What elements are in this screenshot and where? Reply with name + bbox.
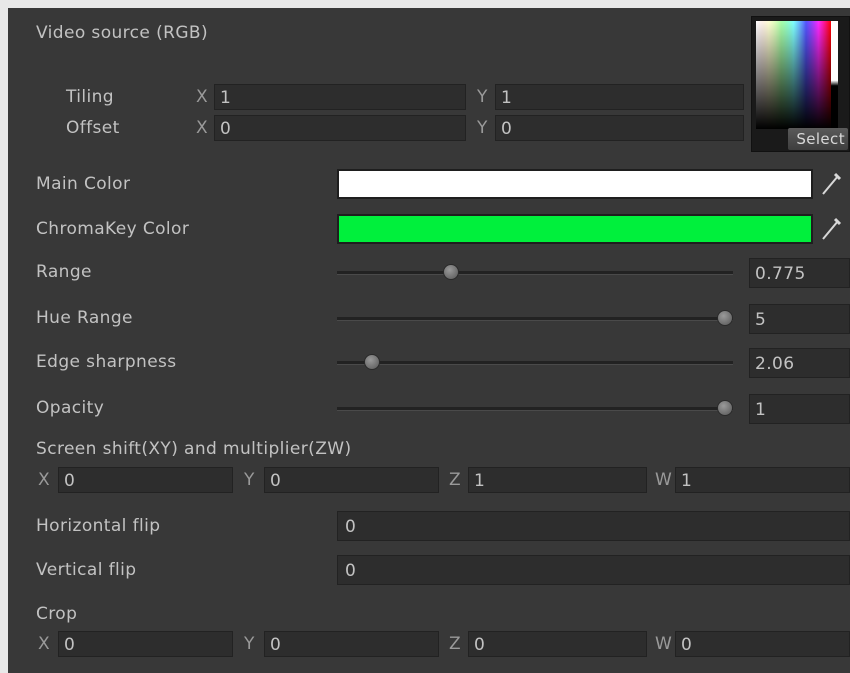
screen-shift-x-axis-label: X: [38, 470, 51, 490]
main-color-label: Main Color: [36, 174, 131, 194]
range-label: Range: [36, 262, 92, 282]
video-source-label: Video source (RGB): [36, 23, 209, 43]
edge-sharpness-label: Edge sharpness: [36, 352, 177, 372]
tiling-y-axis-label: Y: [477, 87, 488, 107]
crop-z-axis-label: Z: [449, 634, 462, 654]
range-slider-track[interactable]: [337, 271, 733, 275]
offset-y-axis-label: Y: [477, 118, 488, 138]
screen-shift-z-axis-label: Z: [449, 470, 462, 490]
chromakey-color-eyedropper-icon[interactable]: [818, 214, 842, 244]
vertical-flip-field[interactable]: 0: [337, 555, 850, 585]
main-color-eyedropper-icon[interactable]: [818, 169, 842, 199]
vertical-flip-label: Vertical flip: [36, 560, 137, 580]
hue-range-slider-track[interactable]: [337, 317, 733, 321]
tiling-x-axis-label: X: [196, 87, 209, 107]
range-slider-thumb[interactable]: [443, 264, 460, 280]
crop-label: Crop: [36, 604, 78, 624]
hue-range-value-field[interactable]: 5: [749, 304, 850, 334]
crop-w-axis-label: W: [655, 634, 673, 654]
edge-sharpness-slider-track[interactable]: [337, 361, 733, 365]
opacity-label: Opacity: [36, 398, 105, 418]
edge-sharpness-slider-thumb[interactable]: [363, 354, 380, 370]
screen-shift-y-field[interactable]: 0: [264, 467, 439, 493]
crop-y-axis-label: Y: [244, 634, 255, 654]
opacity-value-field[interactable]: 1: [749, 394, 850, 424]
range-value-field[interactable]: 0.775: [749, 258, 850, 288]
texture-select-button[interactable]: Select: [788, 128, 848, 150]
opacity-slider-thumb[interactable]: [717, 400, 733, 416]
horizontal-flip-label: Horizontal flip: [36, 516, 161, 536]
screen-shift-w-axis-label: W: [655, 470, 673, 490]
offset-label: Offset: [66, 118, 120, 138]
material-inspector-panel: Video source (RGB) Tiling X 1 Y 1 Offset…: [8, 8, 850, 673]
offset-x-field[interactable]: 0: [214, 115, 466, 141]
crop-x-axis-label: X: [38, 634, 51, 654]
chromakey-color-label: ChromaKey Color: [36, 219, 190, 239]
screen-shift-z-field[interactable]: 1: [468, 467, 647, 493]
crop-z-field[interactable]: 0: [468, 631, 647, 657]
crop-x-field[interactable]: 0: [58, 631, 233, 657]
hue-range-label: Hue Range: [36, 308, 133, 328]
opacity-slider-track[interactable]: [337, 407, 733, 411]
tiling-y-field[interactable]: 1: [495, 84, 744, 110]
tiling-x-field[interactable]: 1: [214, 84, 466, 110]
screen-shift-w-field[interactable]: 1: [675, 467, 850, 493]
screen-shift-x-field[interactable]: 0: [58, 467, 233, 493]
edge-sharpness-value-field[interactable]: 2.06: [749, 348, 850, 378]
tiling-label: Tiling: [66, 87, 114, 107]
screen-shift-label: Screen shift(XY) and multiplier(ZW): [36, 439, 352, 459]
texture-preview-image: [756, 21, 831, 129]
main-color-swatch[interactable]: [337, 169, 813, 199]
screen-shift-y-axis-label: Y: [244, 470, 255, 490]
crop-y-field[interactable]: 0: [264, 631, 439, 657]
texture-slot[interactable]: Select: [751, 16, 850, 152]
horizontal-flip-field[interactable]: 0: [337, 511, 850, 541]
crop-w-field[interactable]: 0: [675, 631, 850, 657]
hue-range-slider-thumb[interactable]: [717, 310, 733, 326]
offset-x-axis-label: X: [196, 118, 209, 138]
offset-y-field[interactable]: 0: [495, 115, 744, 141]
chromakey-color-swatch[interactable]: [337, 214, 813, 244]
texture-preview-alpha: [831, 21, 838, 129]
